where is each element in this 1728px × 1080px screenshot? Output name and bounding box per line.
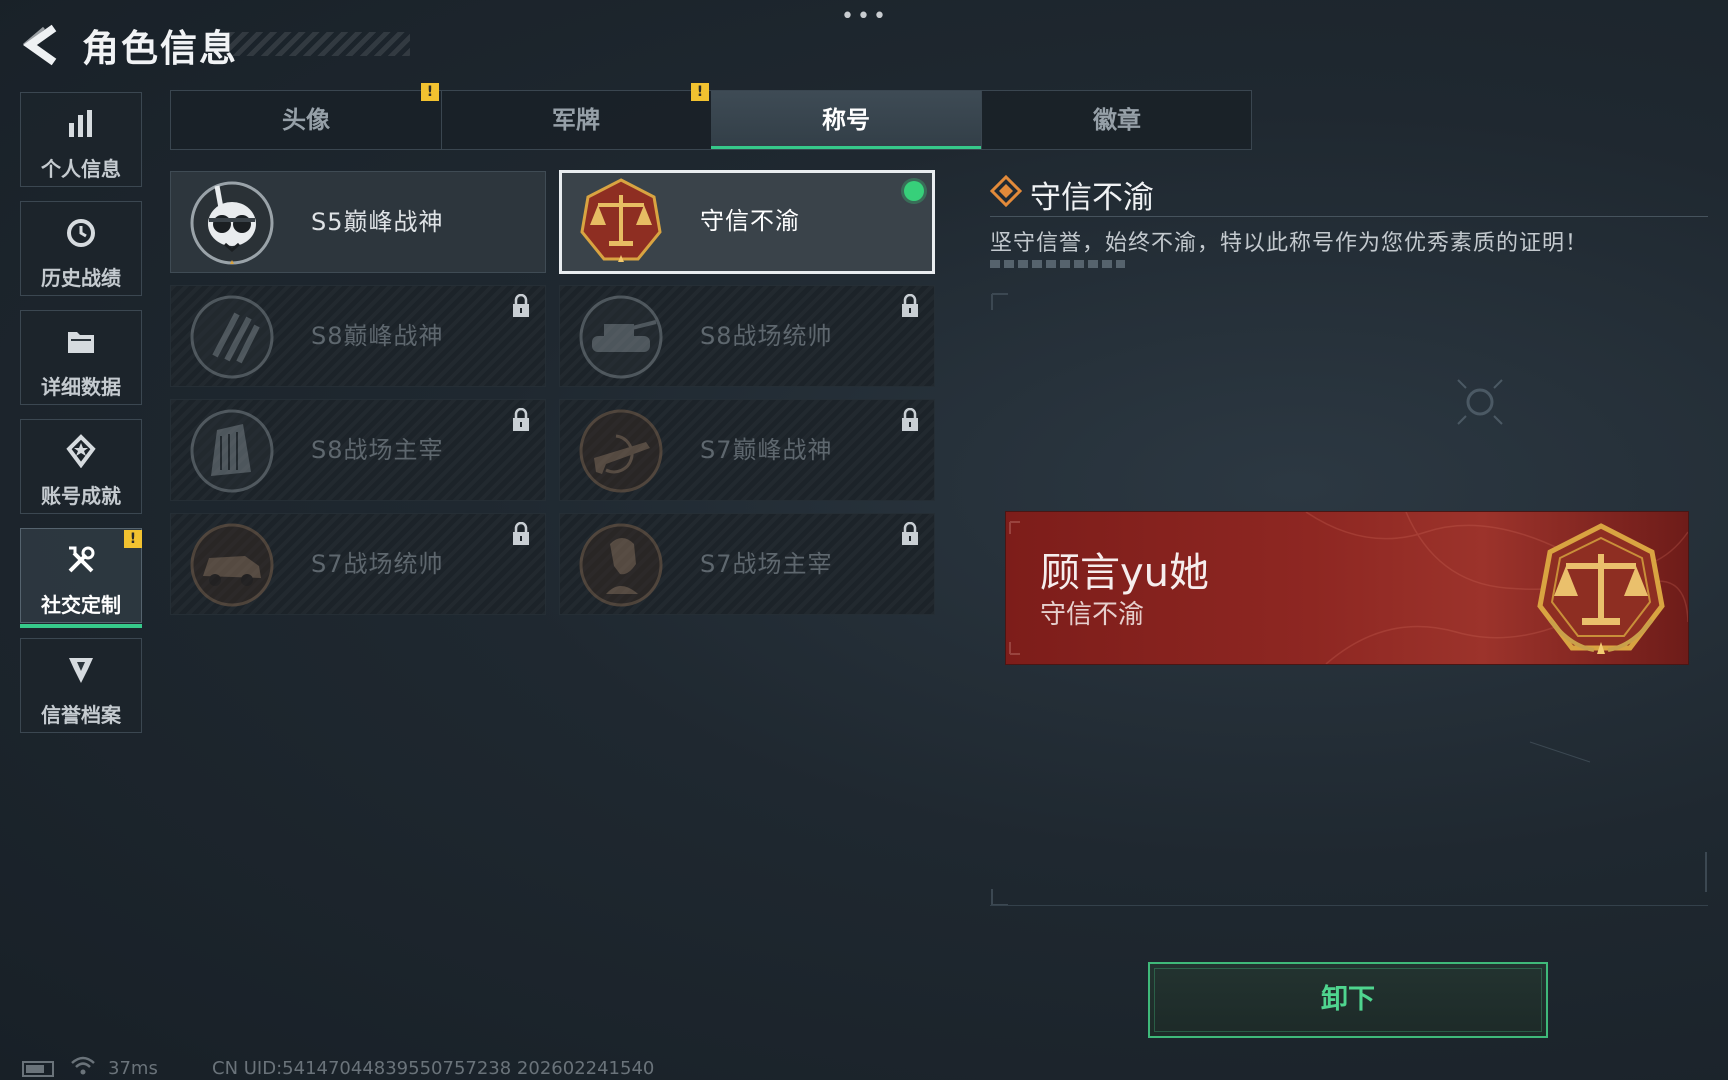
armored-vehicle-emblem-icon: [190, 523, 274, 607]
lock-icon: [513, 522, 529, 545]
detail-title: 守信不渝: [1030, 180, 1154, 216]
tab-notification-badge: !: [421, 83, 439, 101]
banner-player-name: 顾言yu她: [1040, 550, 1210, 596]
scales-of-justice-emblem-icon: [1537, 523, 1665, 654]
diver-skull-emblem-icon: [190, 181, 274, 265]
tab-notification-badge: !: [691, 83, 709, 101]
divider: [990, 905, 1708, 906]
unequip-button-label: 卸下: [1321, 984, 1375, 1015]
divider: [990, 216, 1708, 217]
title-card[interactable]: S7战场统帅: [170, 513, 546, 615]
ping-text: 37ms: [108, 1058, 158, 1079]
title-name: S7战场主宰: [700, 550, 833, 578]
sidebar-item-reputation[interactable]: 信誉档案: [20, 638, 142, 733]
back-button[interactable]: [20, 22, 62, 68]
lock-icon: [902, 408, 918, 431]
wifi-icon: [71, 1056, 95, 1075]
reticle-icon: [1457, 379, 1503, 425]
sidebar-item-achievements[interactable]: 账号成就: [20, 419, 142, 514]
uid-text: CN UID:54147044839550757238 202602241540: [212, 1058, 655, 1079]
banner-title: 守信不渝: [1040, 600, 1145, 630]
title-card[interactable]: S8巅峰战神: [170, 285, 546, 387]
more-dots-icon[interactable]: •••: [840, 4, 890, 32]
lock-icon: [513, 294, 529, 317]
scales-of-justice-emblem-icon: [580, 178, 662, 262]
tab-avatar[interactable]: 头像: [171, 91, 442, 149]
claw-marks-emblem-icon: [190, 295, 274, 379]
sidebar-item-personal-info[interactable]: 个人信息: [20, 92, 142, 187]
soldier-bust-emblem-icon: [579, 523, 663, 607]
city-tower-emblem-icon: [190, 409, 274, 493]
back-arrow-icon: [23, 24, 57, 66]
sidebar-item-label: 账号成就: [41, 484, 121, 508]
title-card[interactable]: S8战场主宰: [170, 399, 546, 501]
title-card[interactable]: S7战场主宰: [559, 513, 935, 615]
sidebar-item-history[interactable]: 历史战绩: [20, 201, 142, 296]
history-clock-icon: [67, 219, 95, 247]
title-name: S8巅峰战神: [311, 322, 444, 350]
achievement-icon: [66, 434, 96, 469]
sidebar-notification-badge: !: [124, 530, 142, 548]
sidebar-item-label: 历史战绩: [41, 266, 121, 290]
sidebar-item-label: 社交定制: [41, 593, 121, 617]
title-name: S7战场统帅: [311, 550, 444, 578]
title-name: S8战场主宰: [311, 436, 444, 464]
title-name: S5巅峰战神: [311, 208, 444, 236]
title-card[interactable]: S5巅峰战神: [170, 171, 546, 273]
sidebar-item-label: 个人信息: [41, 157, 121, 181]
sidebar-item-label: 信誉档案: [41, 703, 121, 727]
tab-bar: 头像 军牌 称号 徽章: [170, 90, 1252, 150]
unequip-button[interactable]: 卸下: [1148, 962, 1548, 1038]
tank-emblem-icon: [579, 295, 663, 379]
folder-icon: [68, 332, 94, 353]
bar-chart-icon: [69, 110, 92, 137]
tab-title[interactable]: 称号: [711, 91, 981, 149]
reputation-shield-icon: [69, 658, 93, 683]
title-name: 守信不渝: [700, 207, 800, 235]
tools-icon: [68, 546, 95, 573]
title-card[interactable]: S7巅峰战神: [559, 399, 935, 501]
sidebar-item-details[interactable]: 详细数据: [20, 310, 142, 405]
title-card[interactable]: S8战场统帅: [559, 285, 935, 387]
detail-description: 坚守信誉，始终不渝，特以此称号作为您优秀素质的证明！: [990, 231, 1589, 256]
battery-icon: [22, 1061, 54, 1077]
page-title: 角色信息: [82, 27, 238, 70]
decorative-dashes: [990, 260, 1125, 268]
title-card-selected[interactable]: 守信不渝: [559, 170, 935, 274]
title-name: S7巅峰战神: [700, 436, 833, 464]
equipped-indicator: [904, 181, 924, 201]
lock-icon: [902, 522, 918, 545]
tab-badge[interactable]: 徽章: [981, 91, 1252, 149]
lock-icon: [513, 408, 529, 431]
sidebar-item-label: 详细数据: [41, 375, 121, 399]
diamond-marker-icon: [990, 175, 1022, 207]
rifle-emblem-icon: [579, 409, 663, 493]
lock-icon: [902, 294, 918, 317]
tab-dog-tag[interactable]: 军牌: [441, 91, 712, 149]
title-decoration: [228, 32, 410, 56]
title-name: S8战场统帅: [700, 322, 833, 350]
